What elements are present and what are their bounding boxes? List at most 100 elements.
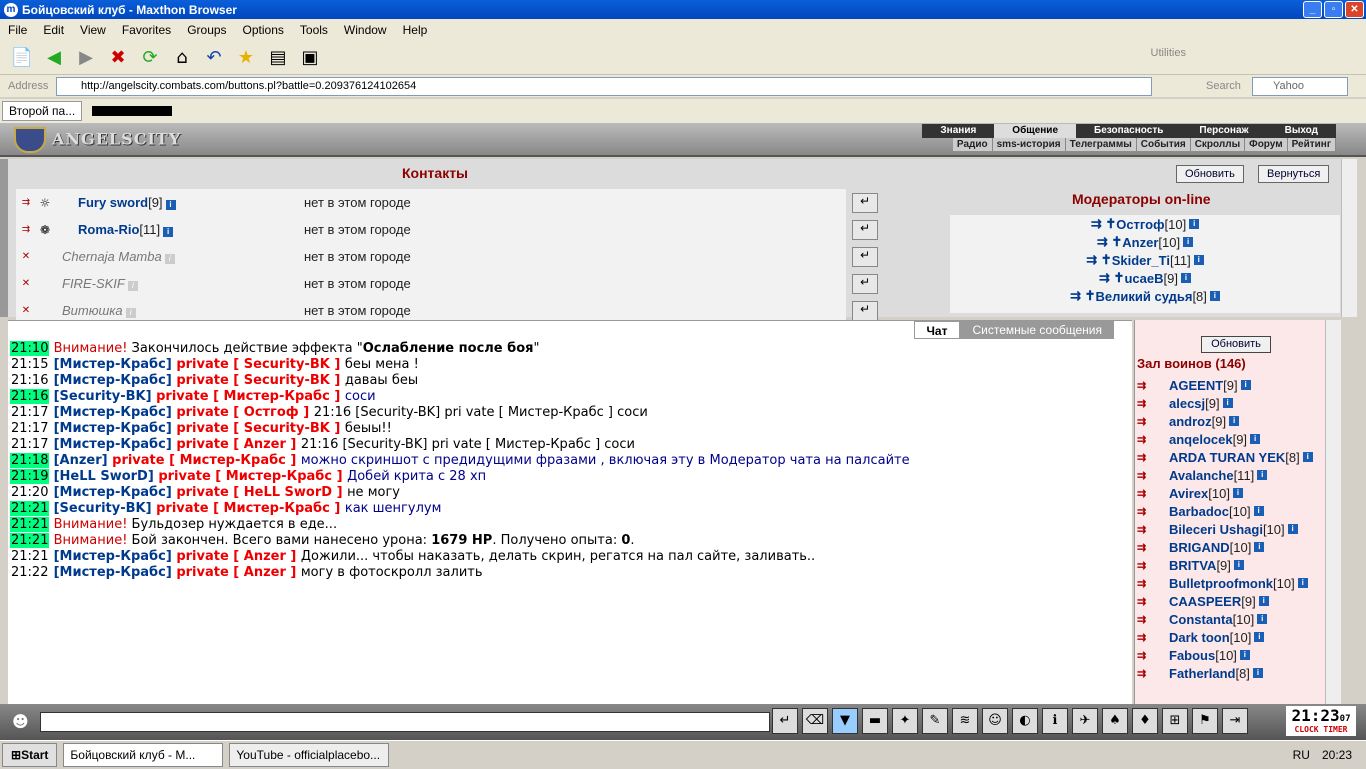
message-part[interactable]: private [ Мистер-Крабс ] — [152, 501, 345, 516]
contact-name[interactable]: Fury sword[9] i — [78, 195, 176, 210]
message-part[interactable]: private [ Остгоф ] — [172, 405, 314, 420]
info-bar-icon[interactable]: ℹ — [1042, 708, 1068, 734]
message-time[interactable]: 21:17 — [10, 421, 49, 436]
message-icon[interactable]: ↵ — [852, 246, 878, 267]
info-icon[interactable]: i — [1222, 398, 1233, 408]
message-part[interactable]: private [ Security-BK ] — [172, 421, 345, 436]
contacts-refresh-button[interactable]: Обновить — [1176, 165, 1244, 183]
info-icon[interactable]: i — [1252, 668, 1263, 678]
subnav-radio[interactable]: Радио — [953, 138, 993, 151]
contact-name[interactable]: Chernaja Mamba i — [62, 249, 175, 264]
home-icon[interactable]: ⌂ — [168, 44, 196, 72]
warrior-item[interactable]: ⇉ androz [9] i — [1137, 412, 1313, 430]
fight-icon[interactable]: ✦ — [892, 708, 918, 734]
tab-active[interactable]: Второй па... — [2, 101, 83, 121]
back-icon[interactable]: ◀ — [40, 44, 68, 72]
message-time[interactable]: 21:19 — [10, 469, 50, 484]
nav-security[interactable]: Безопасность — [1076, 124, 1181, 138]
message-time[interactable]: 21:18 — [10, 453, 50, 468]
message-part[interactable]: private [ Security-BK ] — [172, 373, 345, 388]
map-icon[interactable]: ⊞ — [1162, 708, 1188, 734]
warrior-name[interactable]: BRIGAND — [1169, 540, 1230, 555]
message-icon[interactable]: ↵ — [852, 273, 878, 294]
contact-name[interactable]: Витюшка i — [62, 303, 136, 318]
moderator-item[interactable]: ⇉ ✝ ucaeB [9] i — [950, 269, 1340, 287]
warrior-item[interactable]: ⇉ Constanta [10] i — [1137, 610, 1313, 628]
message-time[interactable]: 21:17 — [10, 437, 49, 452]
warrior-item[interactable]: ⇉ Avalanche [11] i — [1137, 466, 1313, 484]
moderator-item[interactable]: ⇉ ✝ Skider_Ti [11] i — [950, 251, 1340, 269]
info-icon[interactable]: i — [1239, 650, 1250, 660]
message-part[interactable]: private [ Anzer ] — [172, 565, 301, 580]
message-part[interactable]: private [ Anzer ] — [172, 437, 301, 452]
warrior-item[interactable]: ⇉ anqelocek [9] i — [1137, 430, 1313, 448]
nav-exit[interactable]: Выход — [1267, 124, 1336, 138]
warrior-item[interactable]: ⇉ Avirex [10] i — [1137, 484, 1313, 502]
warrior-item[interactable]: ⇉ Fabous [10] i — [1137, 646, 1313, 664]
message-time[interactable]: 21:21 — [10, 549, 49, 564]
moderator-item[interactable]: ⇉ ✝ Anzer [10] i — [950, 233, 1340, 251]
new-page-icon[interactable]: 📄 — [8, 44, 36, 72]
close-button[interactable]: ✕ — [1345, 1, 1364, 18]
warrior-name[interactable]: Bulletproofmonk — [1169, 576, 1273, 591]
message-part[interactable]: [Security-BK] — [54, 389, 152, 404]
tab-chat[interactable]: Чат — [913, 321, 961, 339]
site-logo[interactable]: ANGELSCITY — [14, 127, 181, 153]
message-part[interactable]: private [ Anzer ] — [172, 549, 301, 564]
subnav-events[interactable]: События — [1137, 138, 1191, 151]
warrior-item[interactable]: ⇉ BRIGAND [10] i — [1137, 538, 1313, 556]
message-part[interactable]: [Мистер-Крабс] — [54, 405, 172, 420]
warrior-name[interactable]: Dark toon — [1169, 630, 1230, 645]
info-icon[interactable]: i — [1253, 506, 1264, 516]
message-icon[interactable]: ↵ — [852, 300, 878, 321]
message-part[interactable]: [Мистер-Крабс] — [54, 565, 172, 580]
message-part[interactable]: [Security-BK] — [54, 501, 152, 516]
warrior-name[interactable]: alecsj — [1169, 396, 1205, 411]
send-icon[interactable]: ↵ — [772, 708, 798, 734]
filter-icon[interactable]: ▼ — [832, 708, 858, 734]
tab-system-messages[interactable]: Системные сообщения — [960, 321, 1114, 339]
nav-knowledge[interactable]: Знания — [922, 124, 994, 138]
smile-icon[interactable]: ☺ — [982, 708, 1008, 734]
warrior-name[interactable]: Constanta — [1169, 612, 1233, 627]
info-icon[interactable]: i — [1257, 470, 1268, 480]
message-time[interactable]: 21:21 — [10, 501, 50, 516]
armor-icon[interactable]: ♠ — [1102, 708, 1128, 734]
menu-favorites[interactable]: Favorites — [114, 23, 179, 37]
warrior-name[interactable]: Barbadoc — [1169, 504, 1229, 519]
screen-icon[interactable]: ▣ — [296, 44, 324, 72]
warrior-name[interactable]: Fabous — [1169, 648, 1215, 663]
warrior-name[interactable]: androz — [1169, 414, 1212, 429]
warrior-item[interactable]: ⇉ Dark toon [10] i — [1137, 628, 1313, 646]
warrior-name[interactable]: Bileceri Ushagi — [1169, 522, 1263, 537]
menu-tools[interactable]: Tools — [292, 23, 336, 37]
maximize-button[interactable]: ▫ — [1324, 1, 1343, 18]
menu-edit[interactable]: Edit — [35, 23, 72, 37]
message-time[interactable]: 21:15 — [10, 357, 49, 372]
warrior-name[interactable]: Avirex — [1169, 486, 1208, 501]
menu-groups[interactable]: Groups — [179, 23, 234, 37]
info-icon[interactable]: i — [1302, 452, 1313, 462]
contacts-scrollbar[interactable] — [1341, 159, 1357, 317]
style-icon[interactable]: ✎ — [922, 708, 948, 734]
nav-character[interactable]: Персонаж — [1181, 124, 1266, 138]
info-icon[interactable]: i — [1232, 488, 1243, 498]
task-youtube[interactable]: YouTube - officialplacebo... — [229, 742, 390, 767]
moderator-item[interactable]: ⇉ ✝ Великий судья [8] i — [950, 287, 1340, 305]
refresh-icon[interactable]: ⟳ — [136, 44, 164, 72]
favorites-star-icon[interactable]: ★ — [232, 44, 260, 72]
warrior-name[interactable]: ARDA TURAN YEK — [1169, 450, 1285, 465]
menu-help[interactable]: Help — [395, 23, 436, 37]
inventory-icon[interactable]: ♦ — [1132, 708, 1158, 734]
message-time[interactable]: 21:17 — [10, 405, 49, 420]
warrior-item[interactable]: ⇉ AGEENT [9] i — [1137, 376, 1313, 394]
warrior-item[interactable]: ⇉ Bileceri Ushagi [10] i — [1137, 520, 1313, 538]
info-icon[interactable]: i — [1257, 614, 1268, 624]
room-refresh-button[interactable]: Обновить — [1201, 336, 1271, 353]
info-icon[interactable]: i — [1240, 380, 1251, 390]
subnav-rating[interactable]: Рейтинг — [1288, 138, 1336, 151]
message-time[interactable]: 21:10 — [10, 341, 50, 356]
message-part[interactable]: [Мистер-Крабс] — [54, 421, 172, 436]
info-icon[interactable]: i — [1254, 632, 1265, 642]
subnav-sms[interactable]: sms-история — [993, 138, 1066, 151]
